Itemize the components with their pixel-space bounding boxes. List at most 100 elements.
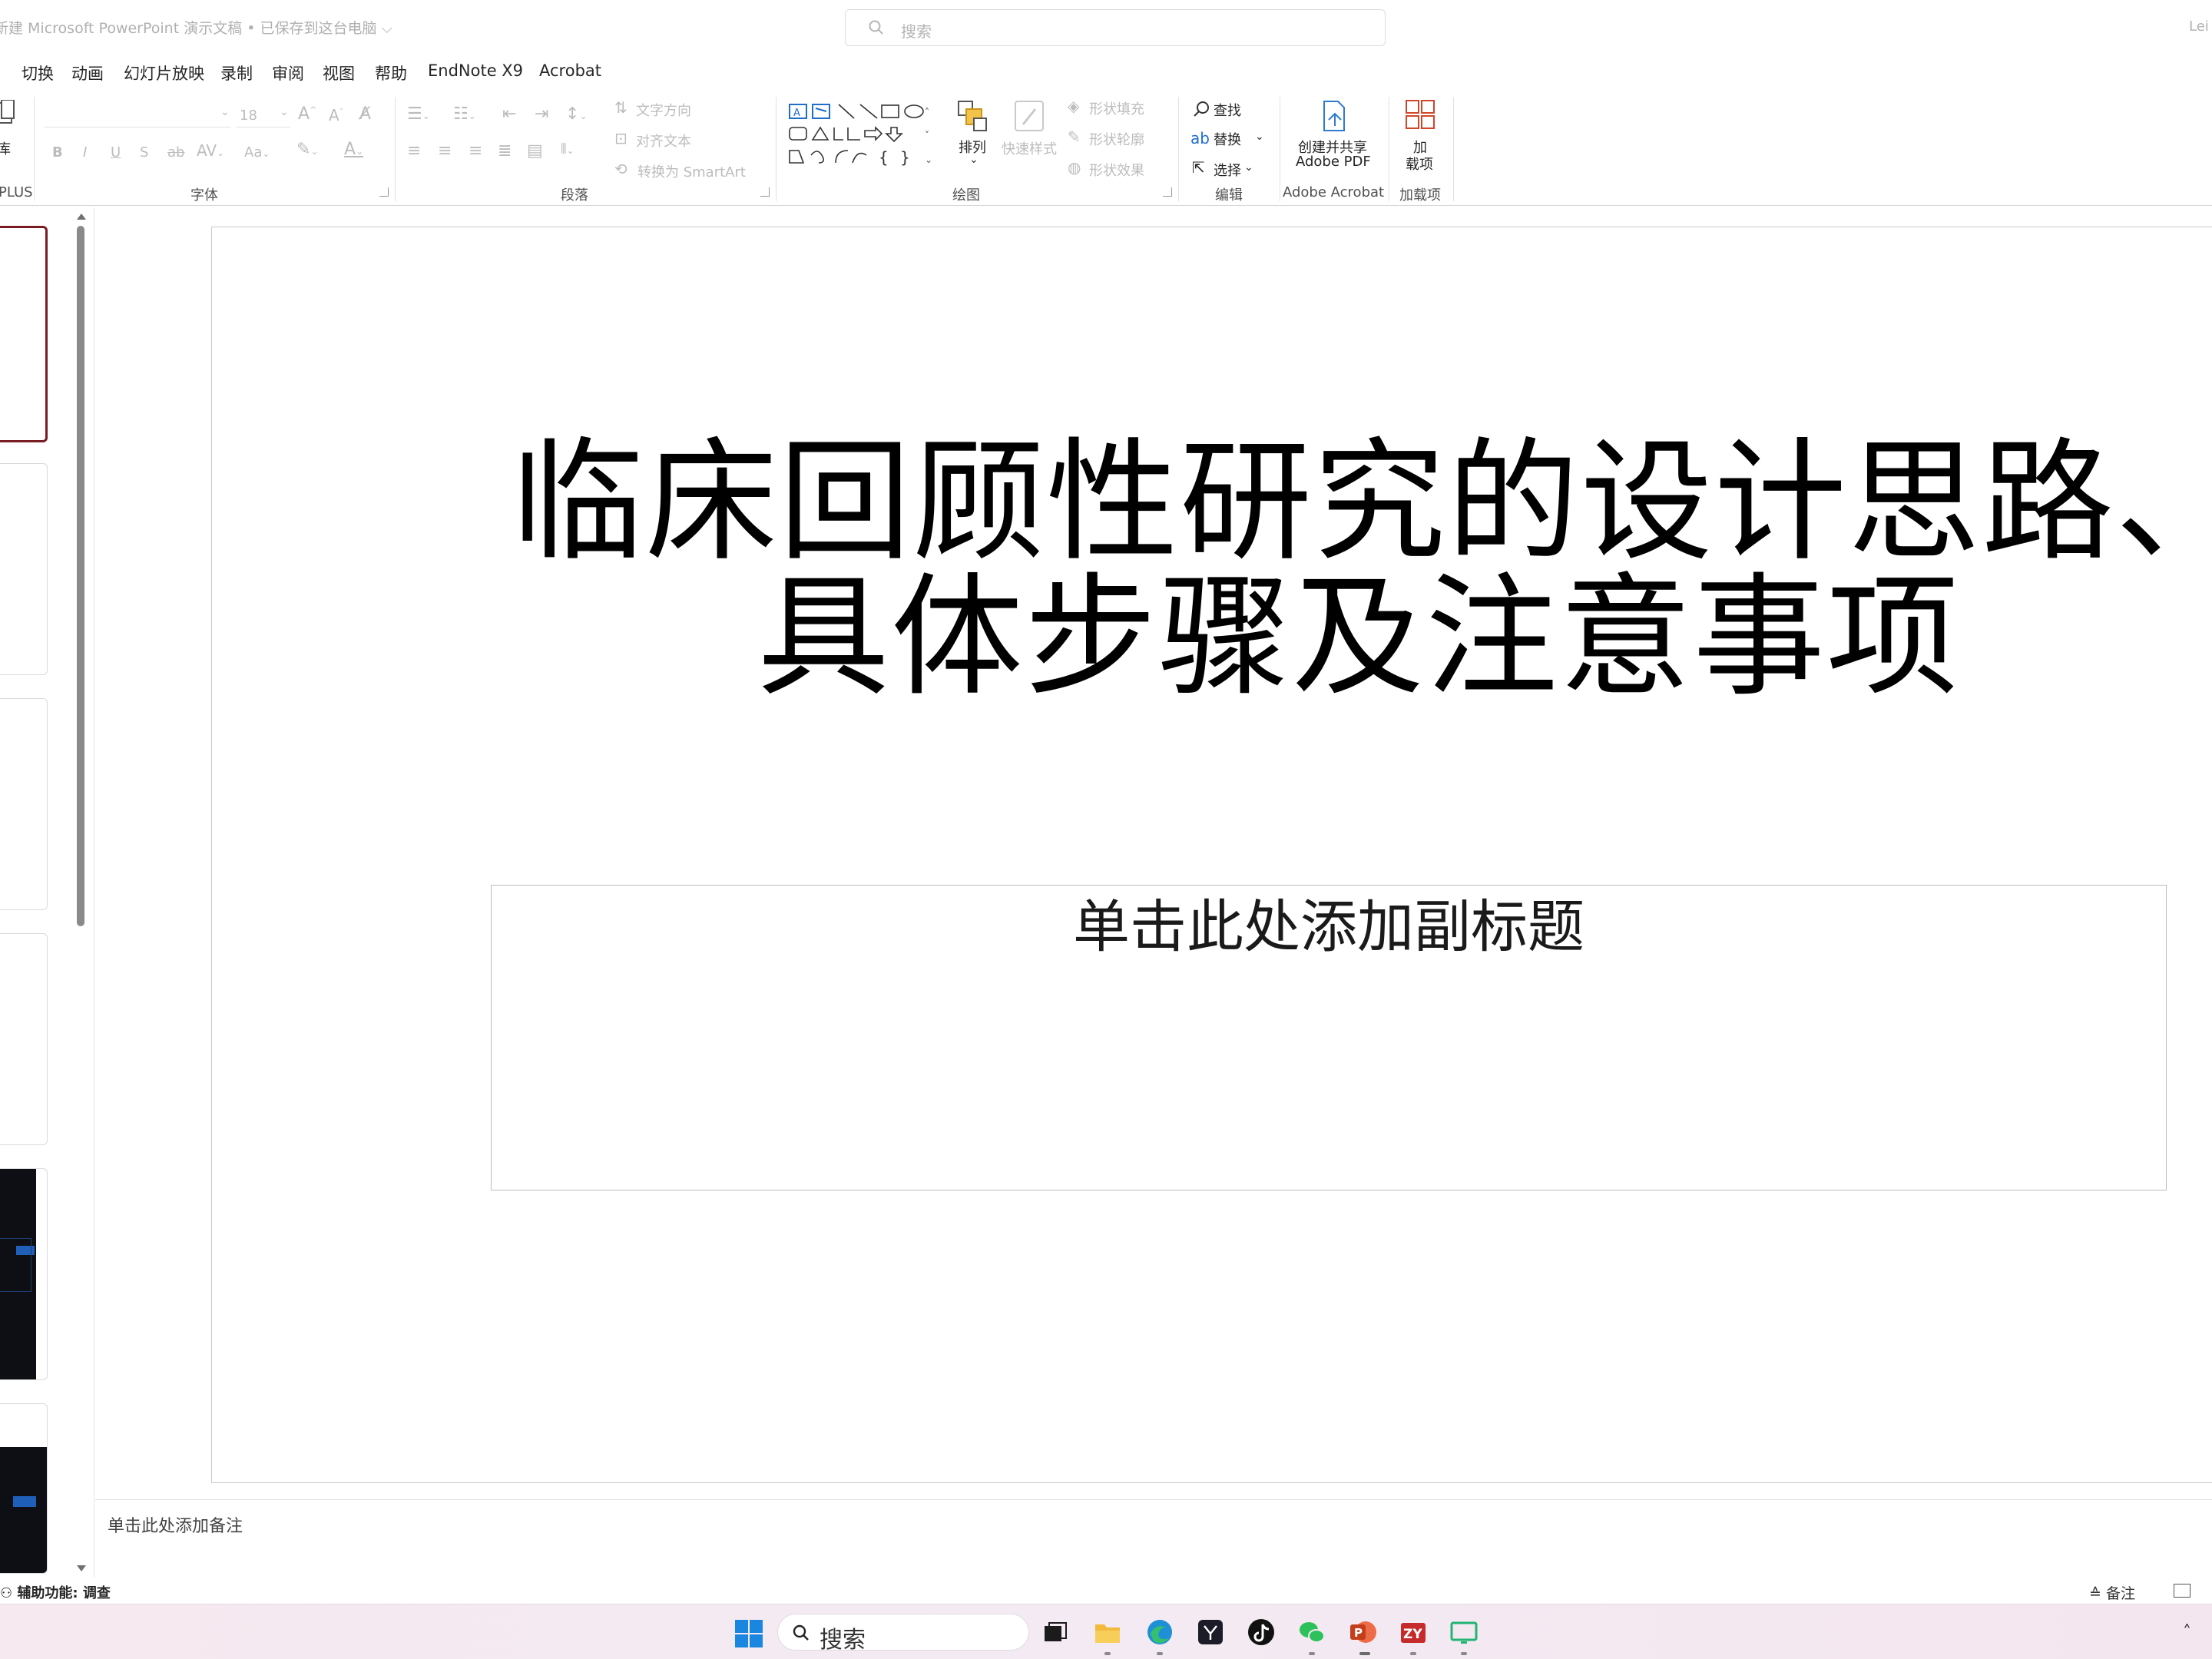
- slide-canvas[interactable]: 临床回顾性研究的设计思路、 具体步骤及注意事项 单击此处添加副标题: [211, 227, 2212, 1483]
- tab-animations[interactable]: 动画: [71, 61, 104, 84]
- tiktok-icon[interactable]: [1246, 1617, 1277, 1647]
- quick-styles-icon[interactable]: [1012, 98, 1046, 134]
- chevron-down-icon[interactable]: ⌄: [969, 154, 979, 166]
- title-search-box[interactable]: 搜索: [845, 9, 1386, 46]
- accessibility-status[interactable]: ⚇ 辅助功能: 调查: [0, 1582, 111, 1602]
- screen-app-icon[interactable]: [1449, 1617, 1479, 1647]
- slide-thumbnail[interactable]: [0, 226, 48, 442]
- shape-fill-icon: ◈: [1068, 97, 1080, 115]
- document-title[interactable]: 新建 Microsoft PowerPoint 演示文稿 • 已保存到这台电脑 …: [0, 17, 392, 38]
- tab-endnote[interactable]: EndNote X9: [428, 61, 523, 80]
- align-center-icon[interactable]: ≡: [438, 141, 452, 161]
- decrease-font-icon[interactable]: Aˇ: [329, 106, 343, 124]
- shape-outline-button[interactable]: 形状轮廓: [1089, 129, 1144, 149]
- arrange-icon[interactable]: [955, 98, 989, 134]
- taskbar-search[interactable]: 搜索: [777, 1614, 1029, 1654]
- select-arrow-icon: ⇱: [1192, 158, 1205, 177]
- shape-fill-button[interactable]: 形状填充: [1089, 98, 1144, 118]
- align-right-icon[interactable]: ≡: [469, 141, 482, 161]
- quick-styles-button[interactable]: 快速样式: [1002, 138, 1057, 158]
- scroll-down-icon[interactable]: [76, 1564, 87, 1573]
- tab-view[interactable]: 视图: [323, 61, 355, 84]
- svg-text:P: P: [1354, 1626, 1363, 1640]
- scroll-up-icon[interactable]: [76, 212, 87, 221]
- app-cube-icon[interactable]: [1195, 1617, 1226, 1647]
- zy-app-icon[interactable]: ZY: [1398, 1617, 1429, 1647]
- subtitle-placeholder-box[interactable]: 单击此处添加副标题: [491, 885, 2167, 1190]
- align-text-button[interactable]: 对齐文本: [636, 131, 691, 151]
- find-icon: [1194, 101, 1209, 117]
- notes-toggle-button[interactable]: ≙ 备注: [2089, 1582, 2135, 1603]
- running-indicator: [1104, 1652, 1111, 1655]
- addins-icon[interactable]: [1404, 98, 1436, 131]
- bold-icon[interactable]: B: [52, 144, 63, 161]
- highlight-icon[interactable]: ✎⌄: [296, 140, 319, 159]
- tab-slideshow[interactable]: 幻灯片放映: [124, 61, 204, 84]
- chevron-down-icon[interactable]: ⌄: [1244, 161, 1253, 174]
- font-dialog-launcher[interactable]: [379, 187, 389, 197]
- decrease-indent-icon[interactable]: ⇤: [502, 104, 516, 124]
- edge-icon[interactable]: [1144, 1617, 1175, 1647]
- line-spacing-icon[interactable]: ↕⌄: [565, 104, 588, 124]
- scrollbar-thumb[interactable]: [77, 226, 84, 926]
- notes-placeholder: 单击此处添加备注: [108, 1517, 243, 1536]
- distributed-icon[interactable]: ▤: [527, 141, 543, 161]
- columns-icon[interactable]: ⫴⌄: [561, 141, 575, 157]
- shapes-gallery[interactable]: A { } ˄ ˅ ⌄: [788, 101, 942, 166]
- italic-icon[interactable]: I: [83, 144, 87, 161]
- thumbnail-scrollbar[interactable]: [74, 212, 89, 1576]
- align-left-icon[interactable]: ≡: [407, 141, 421, 161]
- create-pdf-label-2[interactable]: Adobe PDF: [1296, 154, 1371, 170]
- slide-thumbnail[interactable]: [0, 933, 48, 1145]
- font-color-icon[interactable]: A⌄: [344, 140, 363, 159]
- layout-library-icon[interactable]: [0, 100, 15, 126]
- tab-transitions[interactable]: 切换: [22, 61, 54, 84]
- chevron-down-icon[interactable]: ⌄: [220, 106, 230, 118]
- tab-review[interactable]: 审阅: [272, 61, 304, 84]
- task-view-icon[interactable]: [1040, 1617, 1071, 1647]
- tab-record[interactable]: 录制: [220, 61, 253, 84]
- justify-icon[interactable]: ≣: [498, 141, 512, 161]
- char-spacing-icon[interactable]: AV⌄: [197, 141, 224, 160]
- shadow-icon[interactable]: S: [140, 144, 148, 161]
- windows-taskbar: 搜索 P ZY ˄: [0, 1604, 2212, 1659]
- clear-format-icon[interactable]: A̸: [359, 104, 371, 124]
- wechat-icon[interactable]: [1296, 1617, 1327, 1647]
- slide-thumbnail[interactable]: [0, 1168, 48, 1380]
- drawing-dialog-launcher[interactable]: [1163, 187, 1172, 197]
- svg-text:ZY: ZY: [1403, 1627, 1422, 1642]
- strikethrough-icon[interactable]: ab: [167, 144, 184, 161]
- increase-font-icon[interactable]: A^: [298, 104, 316, 124]
- create-pdf-icon[interactable]: [1318, 98, 1349, 134]
- chevron-down-icon[interactable]: ⌄: [1255, 131, 1264, 143]
- text-direction-button[interactable]: 文字方向: [636, 100, 691, 120]
- font-size-value: 18: [240, 108, 257, 124]
- replace-button[interactable]: 替换: [1214, 129, 1241, 149]
- chevron-up-icon[interactable]: ˄: [2183, 1623, 2191, 1642]
- slide-thumbnail[interactable]: [0, 463, 48, 675]
- tab-acrobat[interactable]: Acrobat: [539, 61, 601, 80]
- group-editing-label: 编辑: [1215, 187, 1243, 204]
- powerpoint-icon[interactable]: P: [1347, 1617, 1378, 1647]
- user-name[interactable]: Lei: [2189, 18, 2209, 35]
- slide-thumbnail[interactable]: [0, 698, 48, 910]
- addins-label-2[interactable]: 载项: [1406, 154, 1433, 174]
- numbering-icon[interactable]: ☷⌄: [453, 104, 476, 124]
- shape-effects-button[interactable]: 形状效果: [1089, 160, 1144, 180]
- tab-help[interactable]: 帮助: [375, 61, 407, 84]
- increase-indent-icon[interactable]: ⇥: [535, 104, 548, 124]
- underline-icon[interactable]: U: [111, 144, 121, 161]
- font-name-box[interactable]: [45, 104, 230, 127]
- file-explorer-icon[interactable]: [1092, 1617, 1123, 1647]
- select-button[interactable]: 选择: [1214, 160, 1241, 180]
- slide-title[interactable]: 临床回顾性研究的设计思路、 具体步骤及注意事项: [512, 435, 2212, 705]
- normal-view-button[interactable]: [2174, 1584, 2190, 1598]
- find-button[interactable]: 查找: [1214, 100, 1241, 120]
- slide-thumbnail[interactable]: [0, 1403, 48, 1574]
- paragraph-dialog-launcher[interactable]: [760, 187, 770, 197]
- change-case-icon[interactable]: Aa⌄: [244, 144, 270, 161]
- bullets-icon[interactable]: ☰⌄: [407, 104, 430, 124]
- convert-smartart-button[interactable]: 转换为 SmartArt: [637, 161, 746, 181]
- chevron-down-icon[interactable]: ⌄: [280, 106, 289, 118]
- windows-start-icon[interactable]: [735, 1620, 763, 1647]
